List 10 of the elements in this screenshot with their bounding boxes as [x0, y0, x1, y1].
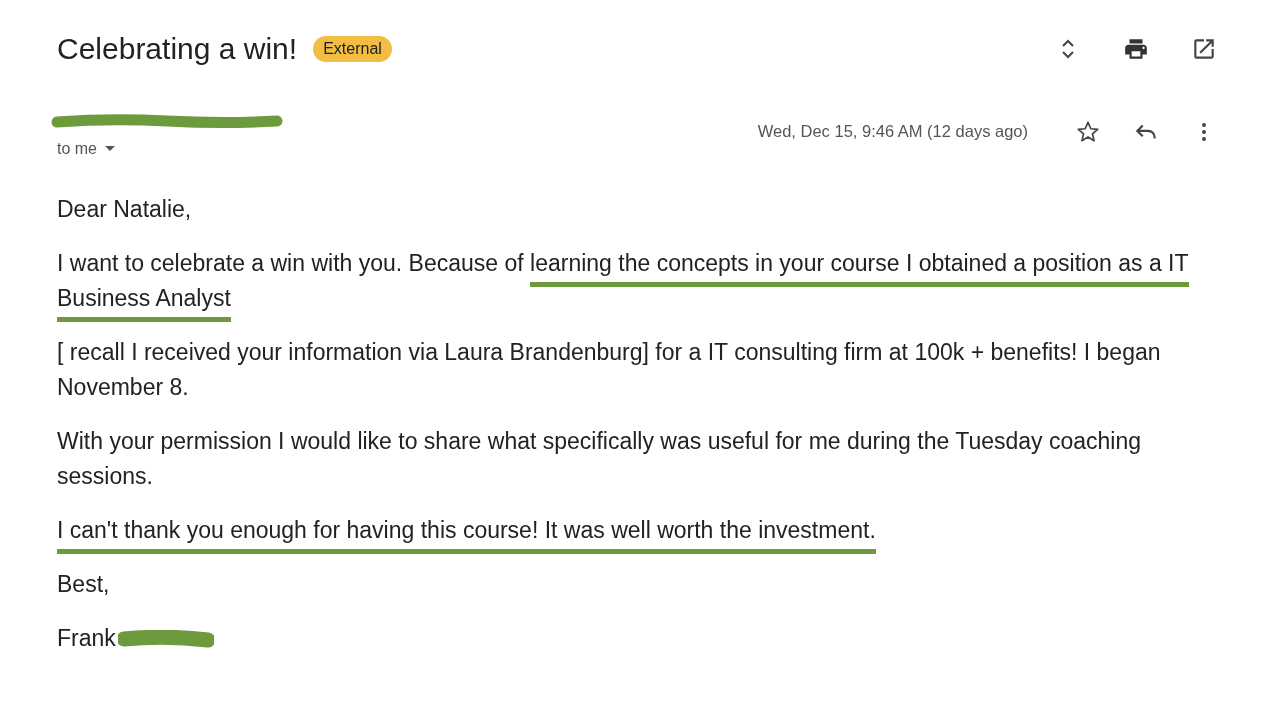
email-subject: Celebrating a win!: [57, 32, 298, 66]
caret-icon: [105, 146, 115, 152]
body-paragraph: With your permission I would like to share what specifically was useful for me during the Tuesday coaching sessions.: [57, 427, 1143, 491]
email-date: Wed, Dec 15, 9:46 AM (12 days ago): [757, 122, 1028, 141]
body-paragraph: [ recall I received your information via Laura Brandenburg] for a IT consulting firm at 100k + benefits! I began November 8.: [57, 338, 1162, 402]
external-label: External: [313, 36, 392, 62]
body-paragraph: Dear Natalie,: [57, 195, 193, 224]
signature: Frank: [57, 624, 116, 653]
body-paragraph: Best,: [57, 570, 111, 599]
recipient-dropdown[interactable]: to me: [57, 140, 283, 158]
